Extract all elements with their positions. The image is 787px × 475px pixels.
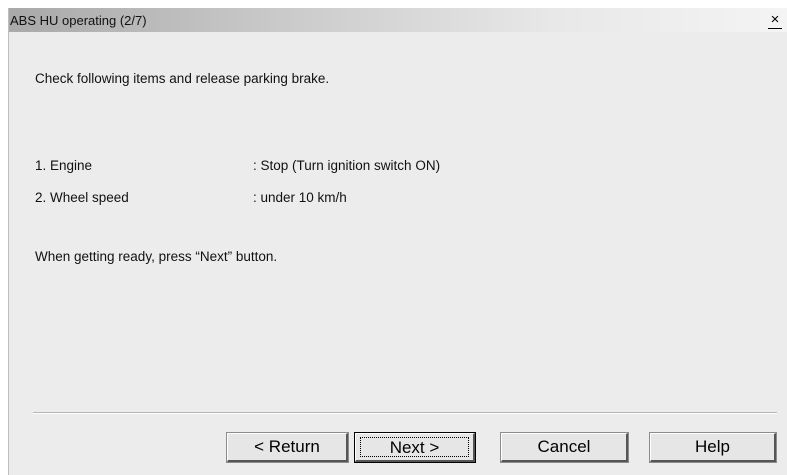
next-button[interactable]: Next > bbox=[355, 433, 475, 462]
separator-line bbox=[33, 412, 777, 414]
item-value-wheel-speed: : under 10 km/h bbox=[253, 190, 347, 205]
cancel-button[interactable]: Cancel bbox=[501, 433, 628, 462]
return-button[interactable]: < Return bbox=[227, 433, 348, 462]
item-value-engine: : Stop (Turn ignition switch ON) bbox=[253, 158, 441, 173]
title-bar[interactable]: ABS HU operating (2/7) × bbox=[9, 8, 787, 32]
next-button-label: Next > bbox=[360, 437, 469, 457]
window-title: ABS HU operating (2/7) bbox=[10, 13, 147, 28]
dialog-window: ABS HU operating (2/7) × Check following… bbox=[8, 8, 787, 475]
close-icon[interactable]: × bbox=[768, 11, 782, 29]
help-button[interactable]: Help bbox=[650, 433, 776, 462]
prompt-text: When getting ready, press “Next” button. bbox=[35, 249, 278, 264]
item-label-engine: 1. Engine bbox=[35, 158, 93, 173]
item-label-wheel-speed: 2. Wheel speed bbox=[35, 190, 129, 205]
instruction-text: Check following items and release parkin… bbox=[35, 71, 330, 86]
